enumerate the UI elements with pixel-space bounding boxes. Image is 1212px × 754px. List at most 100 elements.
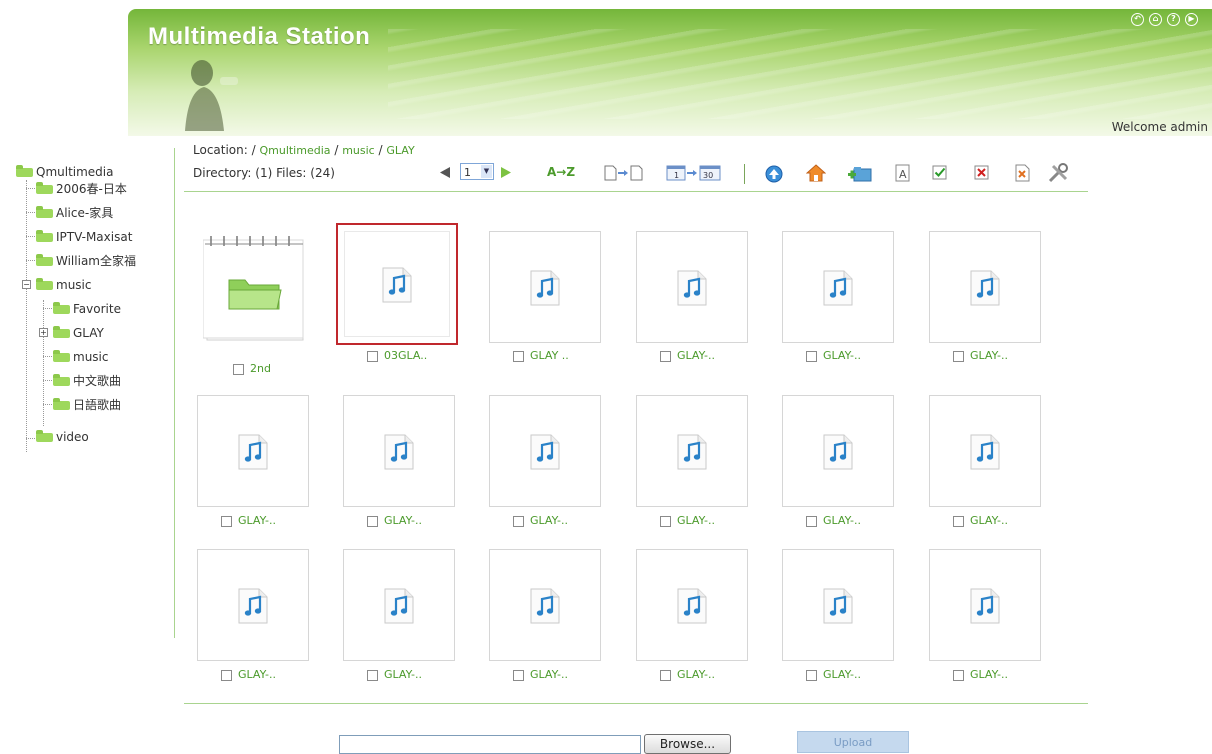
select-all-icon[interactable]: [932, 165, 948, 181]
page-select[interactable]: 1 ▼: [460, 163, 494, 180]
tile-label[interactable]: GLAY-..: [660, 668, 715, 681]
settings-icon[interactable]: [1047, 162, 1071, 184]
home-icon[interactable]: ⌂: [1149, 13, 1162, 26]
new-folder-icon[interactable]: [848, 164, 872, 184]
folder-icon: [36, 278, 53, 290]
tile-checkbox[interactable]: [233, 363, 244, 375]
tile-checkbox[interactable]: [806, 350, 817, 362]
rename-icon[interactable]: A: [894, 164, 912, 182]
tile-label[interactable]: GLAY-..: [660, 349, 715, 362]
tile-checkbox[interactable]: [513, 669, 524, 681]
tile-label[interactable]: GLAY-..: [806, 349, 861, 362]
sidebar-item-iptv[interactable]: IPTV-Maxisat: [36, 228, 132, 246]
tile-checkbox[interactable]: [953, 515, 964, 527]
file-to-file-icon[interactable]: [603, 164, 645, 182]
upload-file-field[interactable]: [339, 735, 641, 754]
sidebar-item-music-sub[interactable]: music: [53, 348, 108, 366]
tile-checkbox[interactable]: [513, 515, 524, 527]
tile-label[interactable]: GLAY-..: [953, 349, 1008, 362]
folder-icon: [36, 206, 53, 218]
file-thumbnail[interactable]: [929, 395, 1041, 507]
file-thumbnail[interactable]: [489, 395, 601, 507]
prev-page-icon[interactable]: [438, 166, 452, 179]
delete-icon[interactable]: [1014, 164, 1032, 182]
forward-icon[interactable]: ▶: [1185, 13, 1198, 26]
directory-info: Directory: (1) Files: (24): [193, 166, 335, 180]
sidebar-item-video[interactable]: video: [36, 428, 89, 446]
tile-checkbox[interactable]: [660, 669, 671, 681]
breadcrumb-separator: /: [330, 143, 343, 157]
expand-toggle[interactable]: +: [39, 328, 48, 337]
file-thumbnail[interactable]: [929, 549, 1041, 661]
file-thumbnail[interactable]: [782, 395, 894, 507]
tile-label[interactable]: GLAY-..: [660, 514, 715, 527]
tile-label[interactable]: GLAY-..: [953, 514, 1008, 527]
next-page-icon[interactable]: [499, 166, 513, 179]
tile-label[interactable]: GLAY-..: [367, 514, 422, 527]
deselect-icon[interactable]: [974, 165, 990, 181]
bottom-divider: [184, 703, 1088, 704]
upload-button[interactable]: Upload: [797, 731, 909, 753]
help-icon[interactable]: ?: [1167, 13, 1180, 26]
tree-root[interactable]: Qmultimedia: [16, 163, 114, 181]
tile-checkbox[interactable]: [221, 515, 232, 527]
music-file-icon: [677, 434, 707, 470]
tile-label[interactable]: GLAY-..: [513, 668, 568, 681]
file-thumbnail[interactable]: [336, 223, 458, 345]
file-thumbnail[interactable]: [929, 231, 1041, 343]
range-1-30-icon[interactable]: 1 30: [666, 164, 722, 182]
tile-checkbox[interactable]: [806, 669, 817, 681]
browse-button[interactable]: Browse...: [644, 734, 731, 754]
sidebar-item-japanese-songs[interactable]: 日語歌曲: [53, 396, 121, 414]
sidebar-item-music[interactable]: music: [36, 276, 91, 294]
home-folder-icon[interactable]: [806, 163, 826, 183]
collapse-toggle[interactable]: −: [22, 280, 31, 289]
tile-label[interactable]: GLAY-..: [367, 668, 422, 681]
back-icon[interactable]: ↶: [1131, 13, 1144, 26]
tile-label[interactable]: GLAY-..: [953, 668, 1008, 681]
tile-checkbox[interactable]: [367, 350, 378, 362]
file-thumbnail[interactable]: [343, 395, 455, 507]
tile-label[interactable]: 2nd: [233, 362, 271, 375]
sidebar-item-chinese-songs[interactable]: 中文歌曲: [53, 372, 121, 390]
file-thumbnail[interactable]: [636, 395, 748, 507]
sidebar-item-favorite[interactable]: Favorite: [53, 300, 121, 318]
file-thumbnail[interactable]: [489, 231, 601, 343]
banner-decoration: [388, 29, 1212, 119]
tile-label[interactable]: GLAY-..: [806, 668, 861, 681]
file-thumbnail[interactable]: [489, 549, 601, 661]
tile-label[interactable]: GLAY-..: [221, 668, 276, 681]
up-folder-icon[interactable]: [764, 164, 784, 184]
tile-checkbox[interactable]: [953, 350, 964, 362]
sidebar-item-glay[interactable]: GLAY: [53, 324, 104, 342]
sort-az-icon[interactable]: A→Z: [547, 165, 575, 179]
folder-icon: [36, 182, 53, 194]
tile-checkbox[interactable]: [367, 669, 378, 681]
sidebar-item-alice[interactable]: Alice-家具: [36, 204, 113, 222]
file-thumbnail[interactable]: [197, 395, 309, 507]
tile-checkbox[interactable]: [221, 669, 232, 681]
tile-checkbox[interactable]: [367, 515, 378, 527]
file-thumbnail[interactable]: [343, 549, 455, 661]
breadcrumb-glay[interactable]: GLAY: [386, 144, 414, 157]
tile-checkbox[interactable]: [660, 350, 671, 362]
tile-checkbox[interactable]: [953, 669, 964, 681]
file-thumbnail[interactable]: [197, 549, 309, 661]
tile-label[interactable]: 03GLA..: [367, 349, 427, 362]
sidebar-item-william[interactable]: William全家福: [36, 252, 136, 270]
file-thumbnail[interactable]: [636, 549, 748, 661]
tile-checkbox[interactable]: [806, 515, 817, 527]
sidebar-item-2006[interactable]: 2006春-日本: [36, 180, 127, 198]
tile-label[interactable]: GLAY-..: [221, 514, 276, 527]
file-thumbnail[interactable]: [782, 231, 894, 343]
tile-label[interactable]: GLAY ..: [513, 349, 569, 362]
tree-label: 中文歌曲: [73, 374, 122, 388]
breadcrumb-qmultimedia[interactable]: Qmultimedia: [259, 144, 330, 157]
tile-checkbox[interactable]: [513, 350, 524, 362]
file-thumbnail[interactable]: [782, 549, 894, 661]
file-thumbnail[interactable]: [636, 231, 748, 343]
tile-label[interactable]: GLAY-..: [513, 514, 568, 527]
tile-checkbox[interactable]: [660, 515, 671, 527]
tile-label[interactable]: GLAY-..: [806, 514, 861, 527]
breadcrumb-music[interactable]: music: [342, 144, 375, 157]
